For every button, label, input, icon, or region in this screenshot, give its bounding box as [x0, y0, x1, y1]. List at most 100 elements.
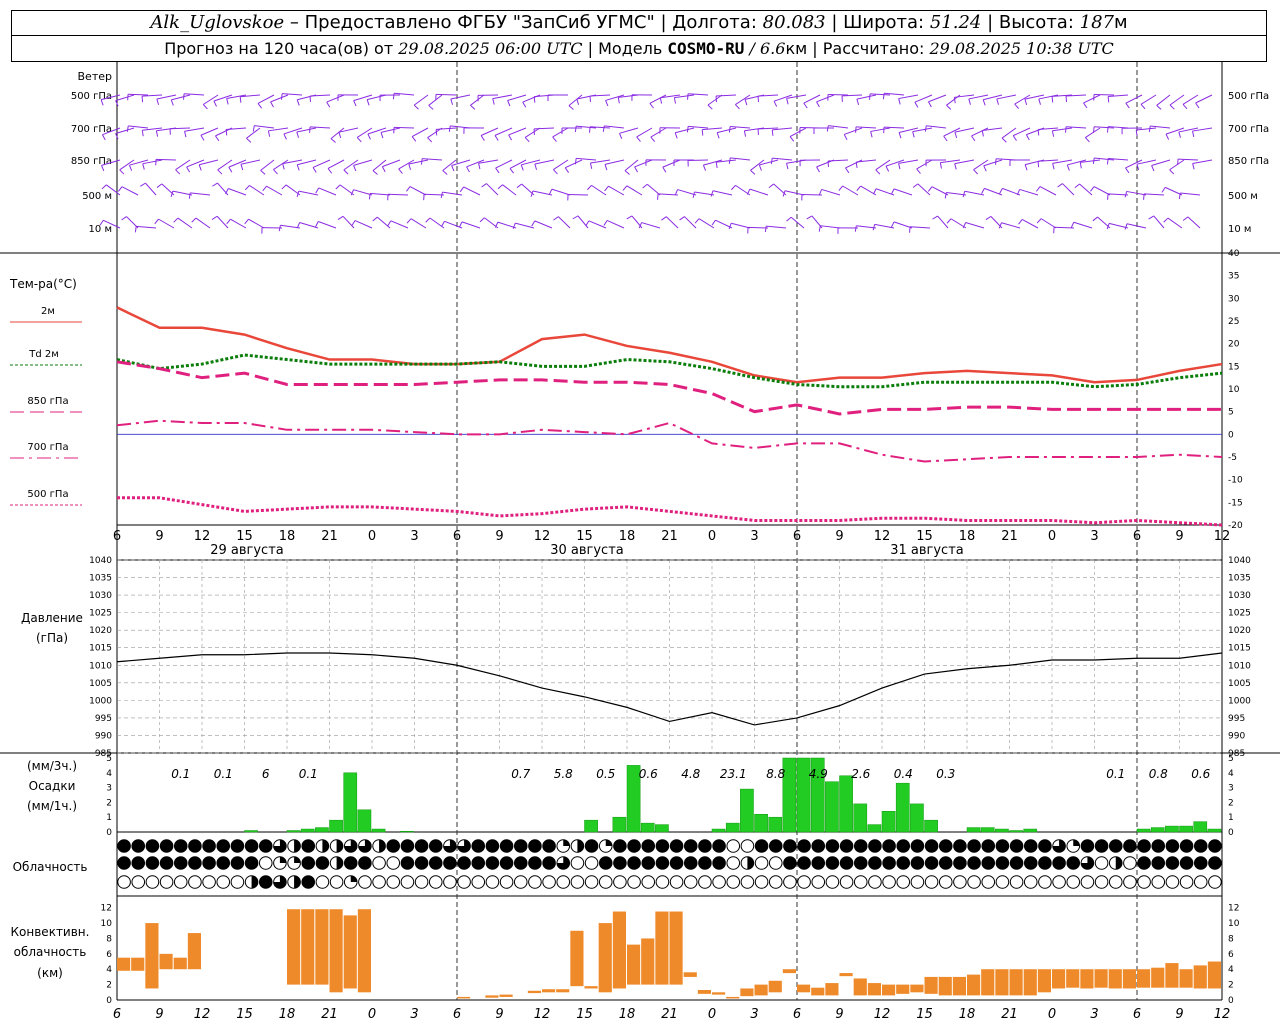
cloud-symbol — [499, 875, 514, 889]
wind-barb-flag — [226, 218, 231, 225]
cloud-symbol — [853, 875, 868, 889]
cloud-symbol — [797, 875, 811, 889]
wind-barb — [353, 94, 373, 102]
wind-barb-flag — [716, 132, 720, 139]
convective-bar — [1122, 969, 1136, 989]
wind-barb-flag — [425, 217, 431, 223]
wind-level-label-right: 10 м — [1228, 224, 1251, 235]
precip-3h-total: 2.6 — [851, 767, 870, 781]
cloud-symbol — [598, 875, 613, 889]
precip-3h-total: 0.5 — [596, 767, 615, 781]
wind-barb — [1094, 93, 1115, 96]
wind-barb-flag — [508, 134, 513, 141]
wind-barb-flag — [826, 125, 829, 132]
cloud-symbol — [230, 875, 245, 889]
convective-bar — [924, 976, 938, 994]
cloud-symbol-fill — [1038, 839, 1052, 853]
wind-barb-flag — [1079, 162, 1082, 169]
time-tick-label-bottom: 21 — [661, 1007, 678, 1022]
wind-barb — [298, 190, 319, 196]
wind-barb-flag — [786, 216, 792, 222]
wind-barb — [870, 93, 891, 96]
cloud-symbol-fill — [1166, 839, 1179, 853]
cloud-symbol — [528, 875, 542, 889]
time-tick-label-bottom: 3 — [1090, 1007, 1098, 1022]
cloud-symbol — [485, 875, 500, 889]
wind-barb-flag — [816, 101, 820, 108]
wind-barb-flag — [413, 104, 419, 110]
wind-barb-flag — [380, 132, 384, 139]
temp-ytick-right: 0 — [1228, 430, 1234, 440]
convective-bar — [882, 984, 896, 996]
precip-ytick: 0 — [106, 828, 112, 838]
cloud-symbol — [627, 875, 641, 889]
wind-barb-flag — [283, 133, 287, 140]
wind-barb-flag — [479, 217, 485, 223]
wind-barb — [650, 127, 667, 138]
temp-legend-label: 850 гПа — [27, 396, 68, 407]
cloud-symbol — [712, 875, 726, 889]
cloud-symbol-fill — [294, 839, 301, 853]
wind-barb-flag — [367, 133, 371, 140]
wind-barb-flag — [743, 130, 747, 137]
wind-barb-flag — [470, 104, 476, 110]
wind-barb — [662, 159, 681, 168]
wind-barb — [558, 216, 571, 229]
wind-barb-flag — [257, 103, 263, 109]
convective-bar — [811, 987, 825, 996]
precip-bar — [853, 803, 868, 833]
wind-barb-flag — [154, 218, 159, 225]
wind-barb-flag — [843, 134, 848, 141]
convective-bar — [853, 978, 867, 996]
wind-barb — [1192, 159, 1213, 164]
cloud-symbol-fill — [811, 839, 825, 853]
cloud-symbol-fill — [1166, 856, 1179, 870]
cloud-symbol-fill — [896, 856, 910, 870]
cloud-symbol-fill — [641, 856, 655, 870]
wind-barb — [730, 157, 751, 161]
precip-ytick-right: 5 — [1228, 754, 1234, 764]
wind-barb-flag — [548, 188, 553, 195]
wind-barb — [1187, 216, 1201, 229]
cloud-symbol — [1123, 856, 1137, 870]
precip-bar — [371, 828, 386, 833]
conv-ytick: 10 — [101, 919, 113, 929]
wind-barb — [327, 159, 345, 169]
wind-barb-flag — [240, 164, 244, 171]
wind-barb-flag — [356, 137, 362, 143]
pressure-ytick: 1000 — [89, 696, 112, 706]
time-tick-label: 18 — [619, 529, 636, 544]
wind-barb-flag — [890, 221, 895, 228]
time-tick-label-bottom: 15 — [576, 1007, 593, 1022]
wind-barb-flag — [924, 125, 927, 132]
cloud-symbol-fill — [486, 856, 499, 870]
cloud-symbol-fill — [627, 839, 641, 853]
time-tick-label: 3 — [410, 529, 418, 544]
time-tick-label-bottom: 9 — [1175, 1007, 1183, 1022]
wind-barb-flag — [183, 93, 185, 100]
cloud-symbol-fill — [698, 839, 712, 853]
cloud-symbol — [669, 875, 684, 889]
wind-barb-flag — [1178, 131, 1181, 138]
wind-barb — [534, 220, 553, 229]
wind-barb-flag — [995, 158, 997, 165]
wind-barb — [177, 217, 193, 229]
wind-barb — [409, 186, 427, 196]
wind-barb-flag — [617, 97, 620, 104]
convective-bar — [117, 957, 131, 971]
cloud-symbol-fill — [316, 856, 329, 870]
wind-barb-flag — [533, 96, 536, 103]
convective-bar — [683, 972, 697, 977]
convective-bar — [1151, 967, 1165, 988]
wind-barb — [606, 220, 625, 229]
cloud-symbol-fill — [585, 839, 598, 853]
wind-barb — [964, 190, 985, 196]
wind-barb-flag — [353, 165, 357, 172]
wind-level-label: 10 м — [89, 224, 112, 235]
wind-barb-flag — [338, 132, 342, 139]
cloud-symbol-fill — [656, 839, 669, 853]
convective-bar — [910, 984, 924, 993]
cloud-symbol-fill — [953, 856, 967, 870]
wind-barb-flag — [715, 162, 718, 169]
wind-barb-flag — [141, 130, 144, 137]
